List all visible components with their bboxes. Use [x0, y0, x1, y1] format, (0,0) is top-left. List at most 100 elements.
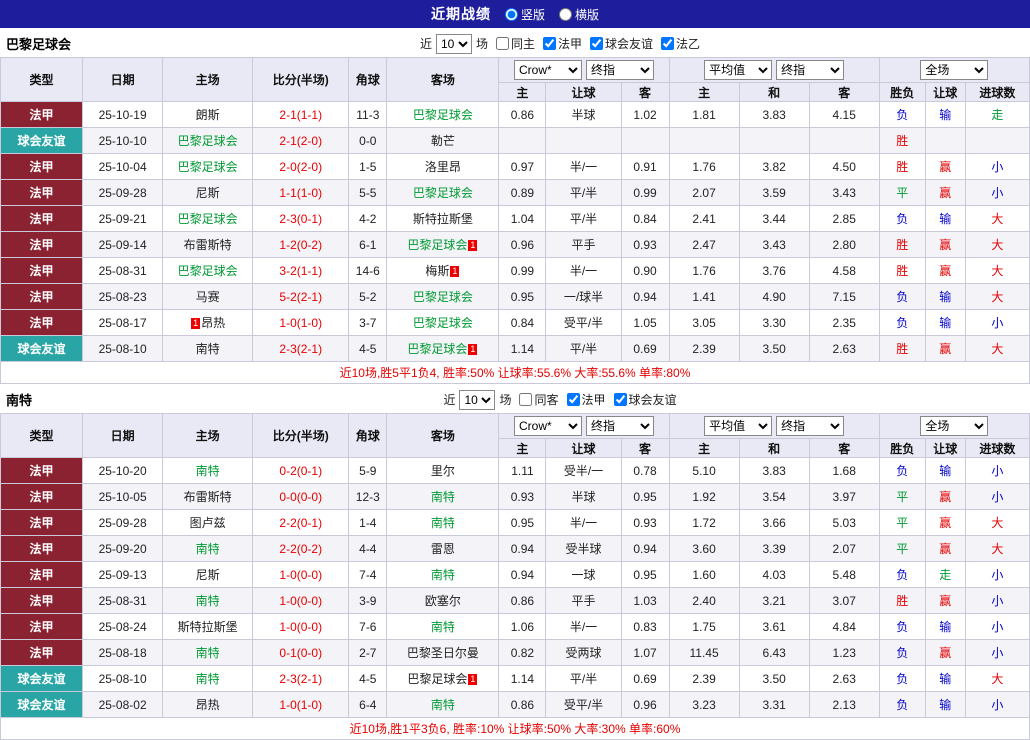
handicap-cell: 半/一 [545, 257, 622, 284]
winloss-result-cell: 负 [878, 639, 926, 666]
filter-checkbox-input[interactable] [495, 37, 509, 50]
filter-checkbox-1[interactable]: 法甲 [563, 391, 606, 408]
filter-checkbox-input[interactable] [661, 37, 675, 50]
euro-odds-select-1[interactable]: 终指 [776, 60, 845, 80]
filter-checkbox-1[interactable]: 法甲 [539, 35, 582, 52]
away-team-cell: 巴黎足球会 1 [386, 231, 500, 258]
asian-home-odds: 0.96 [498, 231, 547, 258]
goals-result-cell: 小 [964, 587, 1030, 614]
goals-result-cell: 大 [964, 283, 1030, 310]
euro-home-odds: 3.05 [668, 309, 740, 336]
handicap-result-cell: 赢 [924, 587, 966, 614]
winloss-result-cell: 平 [878, 483, 926, 510]
asian-odds-select-1[interactable]: 终指 [585, 60, 654, 80]
layout-radio-vertical[interactable]: 竖版 [504, 6, 545, 23]
filter-checkbox-input[interactable] [543, 37, 556, 50]
asian-away-odds: 0.93 [620, 231, 670, 258]
filter-checkbox-0[interactable]: 同主 [492, 35, 535, 52]
asian-away-odds: 1.07 [620, 639, 670, 666]
section-header-bar: 南特 近 10 场 同客 法甲 球会友谊 [0, 386, 1030, 413]
sub-header-5: 客 [808, 438, 880, 458]
asian-away-odds: 0.84 [620, 205, 670, 232]
away-team-cell: 巴黎足球会 [386, 283, 500, 310]
filter-checkbox-input[interactable] [566, 393, 580, 406]
filter-controls: 近 10 场 同主 法甲 球会友谊 法乙 [330, 33, 700, 54]
euro-home-odds: 1.76 [668, 153, 740, 180]
home-team-cell: 1 昂热 [162, 309, 254, 336]
euro-home-odds: 2.40 [668, 587, 740, 614]
goals-result-cell: 小 [964, 153, 1030, 180]
fulltime-select[interactable]: 全场 [920, 60, 989, 80]
match-row: 法甲 25-08-23 马赛 5-2(2-1) 5-2 巴黎足球会 0.95 一/球半 0.94… [0, 283, 1030, 310]
league-type-cell: 法甲 [0, 639, 84, 666]
sub-header-6: 胜负 [878, 82, 926, 102]
euro-home-odds: 1.81 [668, 101, 740, 128]
league-type-cell: 法甲 [0, 101, 84, 128]
fulltime-select[interactable]: 全场 [920, 416, 989, 436]
layout-radio-horizontal[interactable]: 横版 [559, 6, 599, 23]
filter-checkbox-input[interactable] [613, 393, 627, 406]
date-cell: 25-10-10 [82, 127, 164, 154]
score-cell: 5-2(2-1) [252, 283, 350, 310]
vertical-radio-input[interactable] [504, 7, 518, 21]
asian-odds-select-1[interactable]: 终指 [585, 416, 654, 436]
filter-checkbox-0[interactable]: 同客 [515, 391, 559, 408]
league-type-cell: 球会友谊 [0, 691, 84, 718]
horizontal-radio-input[interactable] [559, 7, 572, 21]
asian-odds-dropdowns: Crow* 终指 [498, 57, 670, 83]
score-cell: 1-0(0-0) [252, 587, 350, 614]
corner-cell: 5-5 [348, 179, 388, 206]
asian-away-odds: 1.05 [620, 309, 670, 336]
match-row: 法甲 25-10-04 巴黎足球会 2-0(2-0) 1-5 洛里昂 0.97 半/一 0.91… [0, 153, 1030, 180]
asian-away-odds: 0.83 [620, 613, 670, 640]
filter-checkbox-2[interactable]: 球会友谊 [610, 391, 677, 408]
team-name-text: 尼斯 [195, 568, 220, 582]
asian-home-odds: 0.94 [498, 535, 547, 562]
fulltime-dropdown-cell: 全场 [878, 57, 1030, 83]
home-team-cell: 马赛 [162, 283, 254, 310]
league-type-cell: 球会友谊 [0, 127, 84, 154]
filter-checkbox-2[interactable]: 球会友谊 [586, 35, 653, 52]
euro-draw-odds: 3.50 [738, 335, 810, 362]
team-name-text: 巴黎足球会 [412, 290, 473, 304]
match-row: 法甲 25-08-17 1 昂热 1-0(1-0) 3-7 巴黎足球会 0.84 受平/半 1.0… [0, 309, 1030, 336]
home-team-cell: 南特 [162, 335, 254, 362]
home-team-cell: 南特 [162, 457, 254, 484]
euro-home-odds: 5.10 [668, 457, 740, 484]
euro-odds-select-1[interactable]: 终指 [776, 416, 845, 436]
filter-checkbox-label: 法乙 [676, 37, 701, 51]
asian-away-odds: 0.96 [620, 691, 670, 718]
euro-draw-odds: 3.82 [738, 153, 810, 180]
handicap-cell: 半球 [545, 101, 622, 128]
asian-home-odds: 0.86 [498, 691, 547, 718]
date-cell: 25-08-10 [82, 335, 164, 362]
euro-odds-select-0[interactable]: 平均值 [704, 60, 773, 80]
goals-result-cell: 小 [964, 613, 1030, 640]
team-name-text: 南特 [195, 342, 220, 356]
titlebar: 近期战绩 竖版 横版 [0, 0, 1030, 28]
euro-draw-odds: 3.43 [738, 231, 810, 258]
euro-home-odds: 2.41 [668, 205, 740, 232]
team-section-0: 巴黎足球会近 10 场同主 法甲 球会友谊 法乙 类型 日期 主场 比分(半场) 角球 客场 Crow*… [0, 30, 1030, 384]
handicap-result-cell: 赢 [924, 509, 966, 536]
euro-away-odds: 2.63 [808, 335, 880, 362]
asian-odds-select-0[interactable]: Crow* [513, 60, 582, 80]
matches-count-select[interactable]: 10 [435, 33, 472, 54]
filter-checkbox-3[interactable]: 法乙 [657, 35, 700, 52]
corner-cell: 14-6 [348, 257, 388, 284]
filter-checkbox-input[interactable] [519, 393, 533, 406]
filter-checkbox-input[interactable] [590, 37, 604, 50]
euro-odds-select-0[interactable]: 平均值 [704, 416, 773, 436]
home-team-cell: 尼斯 [162, 561, 254, 588]
matches-count-select[interactable]: 10 [459, 389, 496, 410]
euro-draw-odds: 3.76 [738, 257, 810, 284]
handicap-cell [545, 127, 622, 154]
handicap-result-cell: 赢 [924, 153, 966, 180]
handicap-cell: 平/半 [545, 205, 622, 232]
match-row: 球会友谊 25-08-10 南特 2-3(2-1) 4-5 巴黎足球会 1 1.14 平/半 0.… [0, 665, 1030, 692]
league-type-cell: 法甲 [0, 257, 84, 284]
date-cell: 25-10-19 [82, 101, 164, 128]
winloss-result-cell: 胜 [878, 231, 926, 258]
asian-odds-select-0[interactable]: Crow* [513, 416, 582, 436]
score-cell: 0-0(0-0) [252, 483, 350, 510]
